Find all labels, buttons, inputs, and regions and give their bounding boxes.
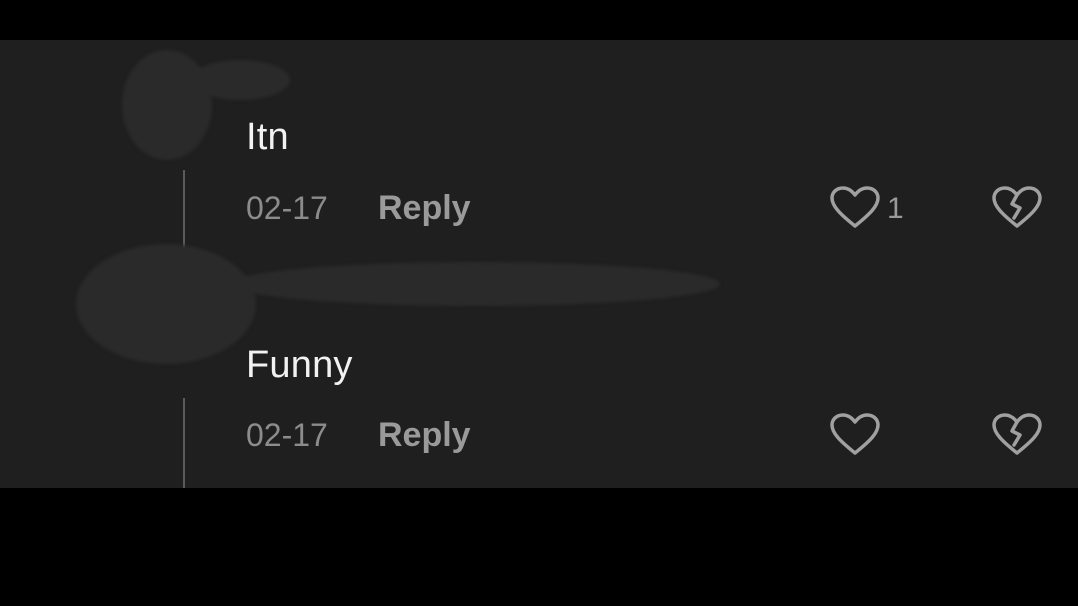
thread-line xyxy=(183,170,185,250)
heart-outline-icon[interactable] xyxy=(830,186,880,230)
comment-item: Itn 02-17 Reply 1 xyxy=(0,40,1078,265)
comment-actions: 02-17 Reply 1 xyxy=(246,186,1056,230)
thread-line xyxy=(183,398,185,488)
redacted-username-stroke xyxy=(190,60,290,100)
comment-text: Itn xyxy=(246,116,289,158)
comment-actions: 02-17 Reply xyxy=(246,413,1056,457)
bottom-letterbox xyxy=(0,488,1078,606)
comment-date: 02-17 xyxy=(246,417,328,453)
reply-button[interactable]: Reply xyxy=(378,191,471,225)
redacted-username-stroke xyxy=(230,262,720,306)
comment-date: 02-17 xyxy=(246,190,328,226)
comment-text: Funny xyxy=(246,344,353,386)
heart-outline-icon[interactable] xyxy=(830,413,880,457)
like-count: 1 xyxy=(887,192,904,225)
comment-item: Funny 02-17 Reply xyxy=(0,244,1078,488)
comments-panel: Itn 02-17 Reply 1 Funny 02-17 Reply xyxy=(0,40,1078,488)
redacted-username xyxy=(122,50,212,160)
reply-button[interactable]: Reply xyxy=(378,418,471,452)
broken-heart-icon[interactable] xyxy=(992,186,1042,230)
top-letterbox xyxy=(0,0,1078,40)
broken-heart-icon[interactable] xyxy=(992,413,1042,457)
redacted-username xyxy=(76,244,256,364)
